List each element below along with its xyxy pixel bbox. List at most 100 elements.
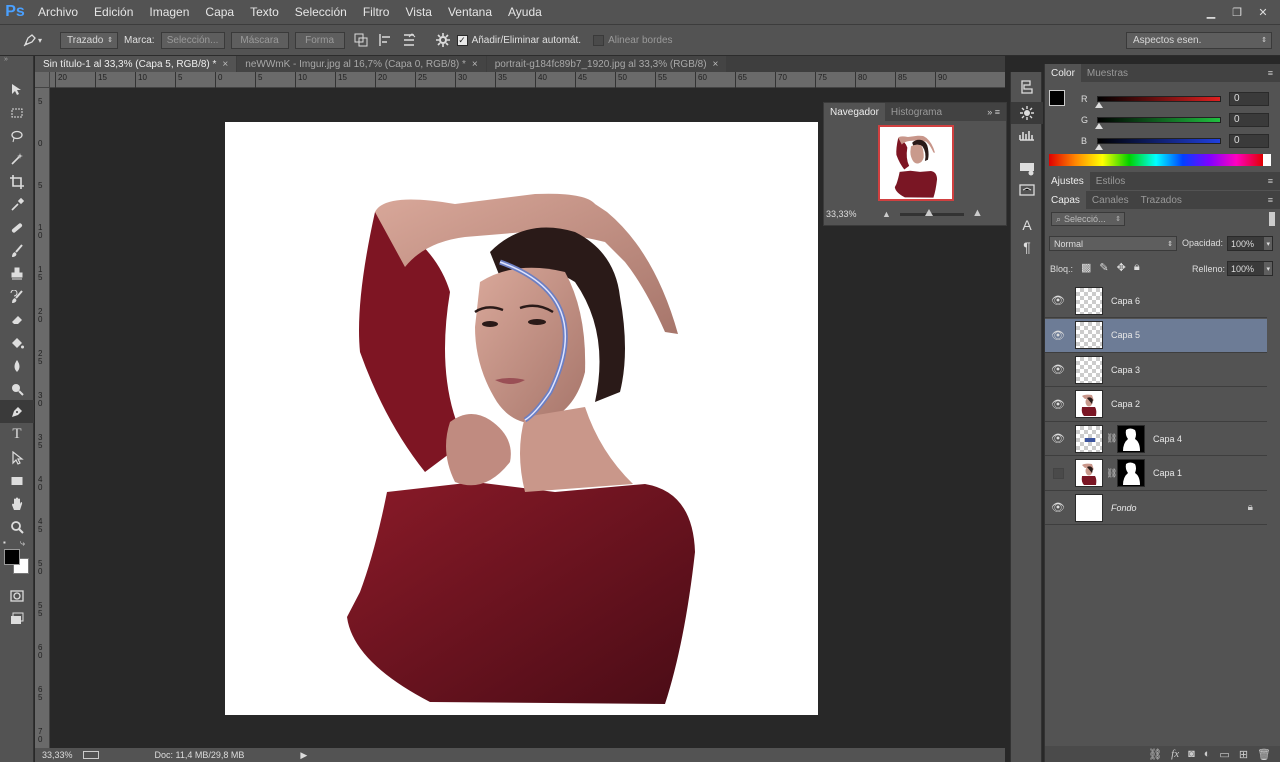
layer-thumbnail[interactable] [1075, 286, 1103, 315]
tab-styles[interactable]: Estilos [1090, 172, 1131, 190]
menu-texto[interactable]: Texto [242, 0, 287, 24]
swap-colors-icon[interactable]: ⤷ [20, 538, 25, 549]
tab-swatches[interactable]: Muestras [1081, 64, 1134, 82]
new-group-icon[interactable]: ▭ [1219, 748, 1229, 761]
chain-link-icon[interactable]: ⛓ [1106, 468, 1117, 479]
color-panel-menu-icon[interactable]: ≡ [1268, 68, 1280, 78]
status-menu-arrow[interactable]: ▶ [300, 750, 307, 761]
channel-slider-handle[interactable] [1095, 122, 1103, 129]
path-selection-tool-icon[interactable] [0, 446, 34, 469]
rectangle-tool-icon[interactable] [0, 469, 34, 492]
navigator-zoom-handle[interactable] [924, 209, 933, 216]
eye-icon[interactable]: 👁︎ [1045, 329, 1071, 342]
adjustment-layer-icon[interactable]: ◐ [1204, 748, 1211, 760]
channel-value[interactable]: 0 [1229, 133, 1269, 148]
layer-row[interactable]: 👁︎ Capa 2 [1045, 387, 1267, 422]
layer-name[interactable]: Capa 2 [1111, 399, 1140, 409]
chevron-down-icon[interactable]: ▾ [1264, 262, 1272, 275]
layer-lock-icon[interactable]: 🔒︎ [1248, 502, 1253, 513]
close-button[interactable]: ✕ [1250, 4, 1276, 20]
screen-mode-icon[interactable] [0, 607, 34, 630]
layer-comps-icon[interactable] [1011, 158, 1043, 180]
eraser-tool-icon[interactable] [0, 308, 34, 331]
navigator-zoom[interactable]: 33,33% [826, 209, 857, 219]
zoom-tool-icon[interactable] [0, 515, 34, 538]
path-alignment-icon[interactable] [375, 30, 395, 50]
close-tab-icon[interactable]: × [713, 59, 719, 70]
document-canvas[interactable] [225, 122, 818, 715]
lock-all-icon[interactable]: 🔒︎ [1134, 261, 1140, 274]
make-mask-button[interactable]: Máscara [230, 31, 289, 49]
vertical-ruler[interactable]: 5 0 5 1 0 1 5 2 0 2 5 3 0 3 5 4 0 4 5 5 0 5 5 6 0 6 5 7… [35, 88, 50, 748]
layer-row[interactable]: 👁︎ Capa 6 [1045, 284, 1267, 318]
color-spectrum[interactable] [1049, 154, 1271, 166]
menu-ayuda[interactable]: Ayuda [500, 0, 550, 24]
blur-tool-icon[interactable] [0, 354, 34, 377]
add-mask-icon[interactable]: ◙ [1188, 748, 1195, 760]
channel-slider[interactable] [1095, 95, 1221, 108]
levels-panel-icon[interactable] [1011, 124, 1043, 146]
tab-channels[interactable]: Canales [1086, 191, 1135, 209]
restore-button[interactable]: ❐ [1224, 4, 1250, 20]
marquee-tool-icon[interactable] [0, 101, 34, 124]
opacity-input[interactable]: 100% ▾ [1227, 236, 1273, 251]
tab-adjustments[interactable]: Ajustes [1045, 172, 1090, 190]
crop-tool-icon[interactable] [0, 170, 34, 193]
pen-tool-icon[interactable] [0, 400, 34, 423]
layer-row[interactable]: 👁︎ Capa 5 [1045, 318, 1267, 353]
menu-filtro[interactable]: Filtro [355, 0, 398, 24]
default-colors-icon[interactable]: ▪ [3, 538, 6, 547]
channel-slider[interactable] [1095, 137, 1221, 150]
make-selection-button[interactable]: Selección... [160, 31, 225, 49]
fg-color-swatch[interactable] [1049, 90, 1065, 106]
fill-input[interactable]: 100% ▾ [1227, 261, 1273, 276]
healing-brush-tool-icon[interactable] [0, 216, 34, 239]
channel-value[interactable]: 0 [1229, 112, 1269, 127]
navigator-zoom-slider[interactable] [900, 209, 964, 216]
channel-slider-handle[interactable] [1095, 143, 1103, 150]
character-panel-icon[interactable]: A [1011, 214, 1043, 236]
status-preview-icon[interactable] [82, 751, 99, 759]
eye-icon[interactable]: 👁︎ [1045, 432, 1071, 445]
chevron-down-icon[interactable]: ▾ [1264, 237, 1272, 250]
channel-slider-handle[interactable] [1095, 101, 1103, 108]
visibility-toggle[interactable] [1045, 467, 1071, 479]
move-tool-icon[interactable] [0, 78, 34, 101]
lock-paint-icon[interactable]: ✎ [1099, 261, 1108, 274]
dodge-tool-icon[interactable] [0, 377, 34, 400]
tab-paths[interactable]: Trazados [1135, 191, 1188, 209]
brush-tool-icon[interactable] [0, 239, 34, 262]
tab-layers[interactable]: Capas [1045, 191, 1086, 209]
eyedropper-tool-icon[interactable] [0, 193, 34, 216]
quick-mask-icon[interactable] [0, 584, 34, 607]
layer-name[interactable]: Capa 3 [1111, 365, 1140, 375]
layer-name[interactable]: Capa 4 [1153, 434, 1182, 444]
layer-row[interactable]: 👁︎ ⛓ Capa 4 [1045, 422, 1267, 456]
delete-layer-icon[interactable]: 🗑︎ [1257, 748, 1271, 761]
document-tab[interactable]: Sin título-1 al 33,3% (Capa 5, RGB/8) * × [35, 56, 237, 72]
menu-edicion[interactable]: Edición [86, 0, 141, 24]
type-tool-icon[interactable]: T [0, 423, 34, 446]
menu-archivo[interactable]: Archivo [30, 0, 86, 24]
layer-thumbnail[interactable] [1075, 355, 1103, 384]
minimize-button[interactable]: ▁ [1198, 4, 1224, 20]
layer-thumbnail[interactable] [1075, 424, 1103, 453]
pen-tool-preset-icon[interactable]: ▾ [18, 30, 46, 50]
blend-mode-select[interactable]: Normal ⇕ [1049, 236, 1177, 251]
history-panel-icon[interactable] [1011, 76, 1043, 98]
zoom-out-icon[interactable]: ▲ [882, 209, 891, 219]
layer-name[interactable]: Capa 6 [1111, 296, 1140, 306]
tab-color[interactable]: Color [1045, 64, 1081, 82]
lock-position-icon[interactable]: ✥ [1117, 261, 1126, 274]
chain-link-icon[interactable]: ⛓ [1106, 433, 1117, 444]
eye-icon[interactable]: 👁︎ [1045, 363, 1071, 376]
magic-wand-tool-icon[interactable] [0, 147, 34, 170]
eye-icon[interactable]: 👁︎ [1045, 398, 1071, 411]
layer-thumbnail[interactable] [1075, 390, 1103, 418]
hand-tool-icon[interactable] [0, 492, 34, 515]
channel-value[interactable]: 0 [1229, 91, 1269, 106]
navigator-thumbnail[interactable] [878, 125, 954, 201]
layer-mask-thumbnail[interactable] [1117, 459, 1145, 487]
menu-ventana[interactable]: Ventana [440, 0, 500, 24]
gear-icon[interactable] [433, 30, 453, 50]
